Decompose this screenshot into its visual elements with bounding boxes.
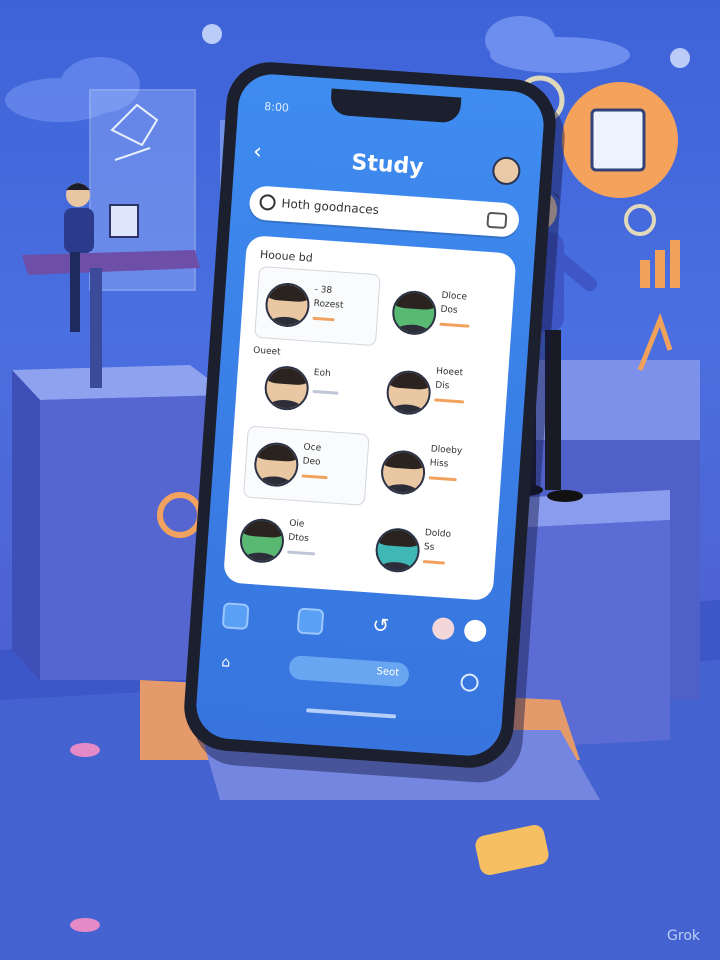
contact-name: - 38	[314, 284, 333, 297]
tab-label: Seot	[376, 666, 400, 679]
contact-sub: Deo	[302, 456, 321, 468]
quick-actions: ↺	[202, 601, 509, 652]
contact-name: Oie	[288, 518, 305, 530]
contact-name: Dloce	[441, 290, 468, 303]
tab-bar[interactable]: Seot	[288, 655, 410, 688]
phone-screen: 8:00 ‹ Study Hoth goodnaces Hooue bd - 3…	[194, 72, 546, 758]
avatar	[263, 364, 311, 412]
search-input[interactable]: Hoth goodnaces	[281, 196, 379, 217]
list-item[interactable]: Doldo Ss	[373, 513, 498, 591]
list-item[interactable]: Hoeet Dis	[384, 355, 509, 433]
contact-name: Dloeby	[430, 444, 463, 457]
avatar	[374, 526, 422, 574]
list-item[interactable]: Oueet Eoh	[249, 346, 374, 424]
contact-sub: Dtos	[287, 532, 310, 545]
settings-icon[interactable]	[463, 619, 487, 643]
list-item[interactable]: - 38 Rozest	[254, 265, 381, 347]
contact-name: Doldo	[424, 528, 452, 540]
calendar-icon[interactable]	[296, 607, 325, 636]
record-icon[interactable]	[459, 672, 480, 693]
avatar	[263, 281, 311, 329]
card-title: Hooue bd	[259, 247, 314, 265]
watermark: Grok	[667, 928, 700, 944]
list-item[interactable]: Oce Deo	[242, 425, 370, 506]
home-icon[interactable]: ⌂	[221, 654, 231, 671]
list-item[interactable]: Dloce Dos	[390, 275, 515, 353]
search-icon	[259, 193, 277, 211]
avatar	[390, 289, 438, 337]
cloud-right	[485, 16, 630, 73]
contact-sub: Dos	[440, 304, 458, 316]
contact-name: Hoeet	[435, 366, 464, 379]
contacts-card: Hooue bd - 38 Rozest Dloce Dos Oueet Eoh	[222, 234, 517, 601]
list-item[interactable]: Dloeby Hiss	[379, 435, 504, 513]
list-item[interactable]: Oie Dtos	[238, 503, 363, 581]
phone-mockup: 8:00 ‹ Study Hoth goodnaces Hooue bd - 3…	[181, 59, 559, 771]
phone-notch	[329, 88, 462, 124]
contact-sub: Rozest	[313, 298, 344, 311]
chat-icon[interactable]	[221, 602, 250, 630]
contact-name: Oueet	[252, 345, 281, 358]
contact-name: Oce	[303, 442, 322, 454]
contact-sub: Dis	[434, 380, 450, 392]
profile-icon[interactable]	[431, 616, 456, 641]
avatar	[379, 448, 427, 496]
contact-sub: Hiss	[429, 458, 449, 470]
contact-sub: Ss	[423, 542, 435, 553]
avatar	[238, 517, 286, 565]
search-bar[interactable]: Hoth goodnaces	[248, 185, 521, 238]
avatar	[252, 441, 300, 489]
link-icon[interactable]: ↺	[372, 613, 395, 638]
filter-icon[interactable]	[486, 211, 508, 230]
contact-sub: Eoh	[313, 367, 332, 380]
status-time: 8:00	[263, 99, 290, 115]
home-indicator[interactable]	[306, 708, 397, 719]
avatar	[385, 369, 433, 417]
